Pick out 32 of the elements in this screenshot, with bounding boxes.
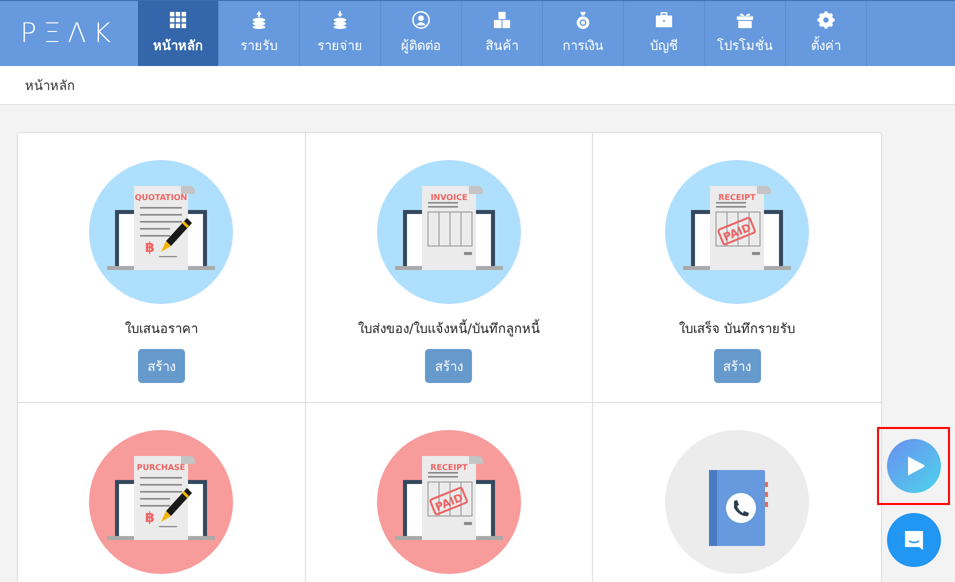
currency-symbol: ฿ (145, 510, 156, 526)
play-button[interactable] (886, 439, 940, 493)
card-title: ใบส่งของ/ใบแจ้งหนี้/บันทึกลูกหนี้ (358, 318, 540, 339)
nav-tab[interactable]: หน้าหลัก (138, 1, 219, 66)
card-title: ใบเสนอราคา (124, 320, 198, 339)
create-button[interactable]: สร้าง (425, 349, 472, 383)
person-icon (412, 11, 430, 29)
document-heading: RECEIPT (718, 193, 756, 202)
create-button[interactable]: สร้าง (138, 349, 185, 383)
logo[interactable]: PΞΛK (0, 1, 138, 66)
document-heading: INVOICE (430, 193, 468, 202)
pen-icon (161, 488, 192, 522)
document-heading: PURCHASE (137, 463, 186, 472)
document-heading: RECEIPT (430, 463, 468, 472)
briefcase-icon (655, 11, 673, 29)
chat-button[interactable] (886, 513, 940, 567)
card-title: ใบเสร็จ บันทึกรายรับ (679, 320, 796, 339)
coins-up-icon (250, 11, 268, 29)
contact-book-icon (709, 470, 768, 546)
boxes-icon (493, 11, 511, 29)
grid-icon (169, 11, 187, 29)
create-button[interactable]: สร้าง (714, 349, 761, 383)
pen-icon (161, 218, 192, 252)
play-icon (906, 455, 926, 477)
currency-symbol: ฿ (145, 240, 156, 256)
paid-stamp: PAID (717, 216, 757, 246)
gear-icon (817, 11, 835, 29)
breadcrumb: หน้าหลัก (25, 78, 75, 96)
paid-stamp: PAID (428, 486, 468, 516)
coins-down-icon (331, 11, 349, 29)
document-heading: QUOTATION (135, 193, 188, 202)
gift-icon (736, 11, 754, 29)
